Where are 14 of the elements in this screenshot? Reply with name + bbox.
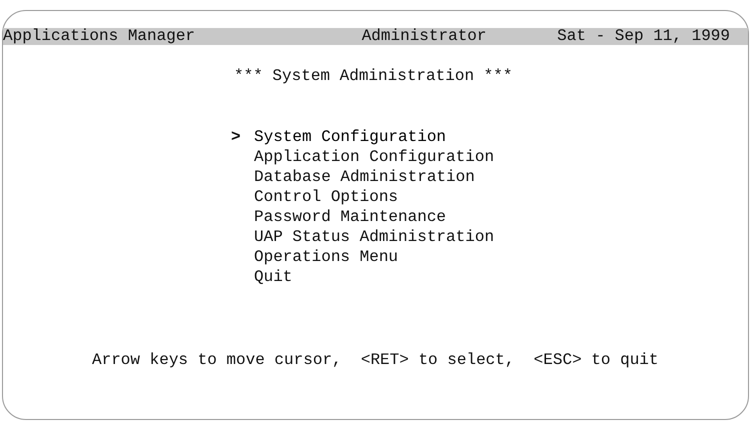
menu-item[interactable]: Application Configuration [254, 148, 494, 166]
cursor-marker: > [231, 128, 241, 146]
menu-item[interactable]: Password Maintenance [254, 208, 446, 226]
date-text: Sat - Sep 11, 1999 [557, 28, 730, 45]
user-role: Administrator [362, 28, 487, 45]
menu-item[interactable]: Operations Menu [254, 248, 398, 266]
menu-item[interactable]: UAP Status Administration [254, 228, 494, 246]
key-hint: Arrow keys to move cursor, <RET> to select, <ESC> to quit [92, 351, 658, 369]
menu-item[interactable]: Quit [254, 268, 292, 286]
screen-title: *** System Administration *** [234, 67, 512, 85]
menu-item[interactable]: Control Options [254, 188, 398, 206]
menu-item[interactable]: Database Administration [254, 168, 475, 186]
menu-item[interactable]: System Configuration [254, 128, 446, 146]
app-title: Applications Manager [3, 28, 196, 45]
